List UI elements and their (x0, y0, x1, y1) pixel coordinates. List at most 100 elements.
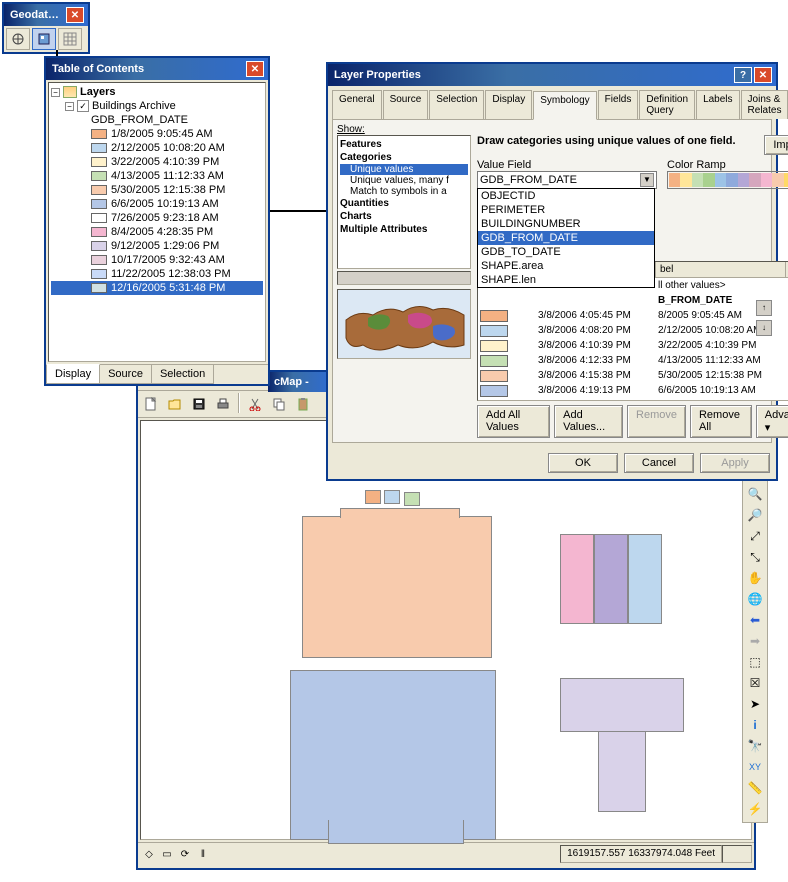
refresh-icon[interactable]: ⟳ (176, 845, 194, 863)
toc-titlebar[interactable]: Table of Contents ✕ (46, 58, 268, 80)
layers-root[interactable]: − Layers (51, 85, 263, 99)
dropdown-option[interactable]: GDB_TO_DATE (478, 245, 654, 259)
full-extent-icon[interactable]: 🌐 (745, 589, 765, 609)
save-icon[interactable] (188, 393, 210, 415)
close-icon[interactable]: ✕ (754, 67, 772, 83)
legend-item[interactable]: 2/12/2005 10:08:20 AM (51, 141, 263, 155)
table-row[interactable]: 3/8/2006 4:08:20 PM2/12/2005 10:08:20 AM… (478, 323, 788, 338)
legend-item[interactable]: 3/22/2005 4:10:39 PM (51, 155, 263, 169)
fixed-zoom-out-icon[interactable]: ⤡ (745, 547, 765, 567)
legend-item[interactable]: 8/4/2005 4:28:35 PM (51, 225, 263, 239)
tab-symbology[interactable]: Symbology (533, 91, 596, 120)
table-row[interactable]: 3/8/2006 4:10:39 PM3/22/2005 4:10:39 PM? (478, 338, 788, 353)
dropdown-option[interactable]: OBJECTID (478, 189, 654, 203)
paste-icon[interactable] (292, 393, 314, 415)
data-view-icon[interactable]: ◇ (140, 845, 158, 863)
legend-item[interactable]: 4/13/2005 11:12:33 AM (51, 169, 263, 183)
legend-item[interactable]: 11/22/2005 12:38:03 PM (51, 267, 263, 281)
pan-icon[interactable]: ✋ (745, 568, 765, 588)
color-swatch[interactable] (480, 325, 508, 337)
remove-all-button[interactable]: Remove All (690, 405, 752, 438)
color-ramp-combo[interactable]: ▼ (667, 171, 788, 189)
dropdown-option[interactable]: BUILDINGNUMBER (478, 217, 654, 231)
color-swatch[interactable] (480, 370, 508, 382)
geodatabase-titlebar[interactable]: Geodatab... ✕ (4, 4, 88, 26)
renderer-list[interactable]: Features Categories Unique values Unique… (337, 135, 471, 269)
table-row[interactable]: B_FROM_DATE (478, 293, 788, 308)
layer-item[interactable]: − ✓ Buildings Archive (51, 99, 263, 113)
tab-display[interactable]: Display (485, 90, 532, 119)
legend-item[interactable]: 7/26/2005 9:23:18 AM (51, 211, 263, 225)
dropdown-option[interactable]: PERIMETER (478, 203, 654, 217)
tab-source[interactable]: Source (99, 365, 152, 384)
ok-button[interactable]: OK (548, 453, 618, 473)
remove-button[interactable]: Remove (627, 405, 686, 438)
apply-button[interactable]: Apply (700, 453, 770, 473)
value-field-dropdown[interactable]: OBJECTIDPERIMETERBUILDINGNUMBERGDB_FROM_… (477, 188, 655, 288)
tab-definition-query[interactable]: Definition Query (639, 90, 695, 119)
table-row[interactable]: 3/8/2006 4:23:18 PM7/26/2005 9:23:18 AM? (478, 398, 788, 401)
toc-tree[interactable]: − Layers − ✓ Buildings Archive GDB_FROM_… (48, 82, 266, 362)
advanced-button[interactable]: Advanced ▾ (756, 405, 788, 438)
tab-source[interactable]: Source (383, 90, 429, 119)
xy-icon[interactable]: XY (745, 757, 765, 777)
copy-icon[interactable] (268, 393, 290, 415)
add-all-values-button[interactable]: Add All Values (477, 405, 550, 438)
legend-item[interactable]: 12/16/2005 5:31:48 PM (51, 281, 263, 295)
zoom-out-icon[interactable]: 🔎 (745, 505, 765, 525)
gdb-tool-2[interactable] (32, 28, 56, 50)
col-label[interactable]: bel (656, 262, 786, 277)
unique-values-many-item[interactable]: Unique values, many f (340, 175, 468, 186)
tab-fields[interactable]: Fields (598, 90, 639, 119)
legend-item[interactable]: 9/12/2005 1:29:06 PM (51, 239, 263, 253)
collapse-icon[interactable]: − (51, 88, 60, 97)
tab-selection[interactable]: Selection (151, 365, 214, 384)
cancel-button[interactable]: Cancel (624, 453, 694, 473)
color-swatch[interactable] (480, 400, 508, 402)
fixed-zoom-in-icon[interactable]: ⤢ (745, 526, 765, 546)
tab-general[interactable]: General (332, 90, 382, 119)
color-swatch[interactable] (480, 310, 508, 322)
print-icon[interactable] (212, 393, 234, 415)
new-icon[interactable] (140, 393, 162, 415)
measure-icon[interactable]: 📏 (745, 778, 765, 798)
tab-selection[interactable]: Selection (429, 90, 484, 119)
select-elements-icon[interactable]: ➤ (745, 694, 765, 714)
legend-item[interactable]: 5/30/2005 12:15:38 PM (51, 183, 263, 197)
forward-extent-icon[interactable]: ➡ (745, 631, 765, 651)
checkbox-icon[interactable]: ✓ (77, 100, 89, 112)
identify-icon[interactable]: i (745, 715, 765, 735)
back-extent-icon[interactable]: ⬅ (745, 610, 765, 630)
value-field-combo[interactable]: GDB_FROM_DATE ▼ OBJECTIDPERIMETERBUILDIN… (477, 171, 657, 189)
zoom-in-icon[interactable]: 🔍 (745, 484, 765, 504)
help-icon[interactable]: ? (734, 67, 752, 83)
table-row[interactable]: 3/8/2006 4:12:33 PM4/13/2005 11:12:33 AM… (478, 353, 788, 368)
gdb-tool-1[interactable] (6, 28, 30, 50)
move-down-icon[interactable]: ↓ (756, 320, 772, 336)
unique-values-item[interactable]: Unique values (340, 164, 468, 175)
chevron-down-icon[interactable]: ▼ (640, 173, 654, 187)
legend-item[interactable]: 1/8/2005 9:05:45 AM (51, 127, 263, 141)
dropdown-option[interactable]: GDB_FROM_DATE (478, 231, 654, 245)
legend-item[interactable]: 10/17/2005 9:32:43 AM (51, 253, 263, 267)
legend-item[interactable]: 6/6/2005 10:19:13 AM (51, 197, 263, 211)
tab-joins-relates[interactable]: Joins & Relates (741, 90, 788, 119)
color-swatch[interactable] (480, 385, 508, 397)
tab-display[interactable]: Display (46, 364, 100, 384)
close-icon[interactable]: ✕ (66, 7, 84, 23)
horizontal-scrollbar[interactable] (337, 271, 471, 285)
move-up-icon[interactable]: ↑ (756, 300, 772, 316)
open-icon[interactable] (164, 393, 186, 415)
dropdown-option[interactable]: SHAPE.len (478, 273, 654, 287)
select-features-icon[interactable]: ⬚ (745, 652, 765, 672)
hyperlink-icon[interactable]: ⚡ (745, 799, 765, 819)
tab-labels[interactable]: Labels (696, 90, 739, 119)
color-swatch[interactable] (480, 340, 508, 352)
gdb-tool-3[interactable] (58, 28, 82, 50)
dropdown-option[interactable]: SHAPE.area (478, 259, 654, 273)
layout-view-icon[interactable]: ▭ (158, 845, 176, 863)
table-row[interactable]: 3/8/2006 4:05:45 PM8/2005 9:05:45 AM? (478, 308, 788, 323)
pause-icon[interactable]: ‖ (194, 845, 212, 863)
add-values-button[interactable]: Add Values... (554, 405, 623, 438)
table-row[interactable]: 3/8/2006 4:19:13 PM6/6/2005 10:19:13 AM? (478, 383, 788, 398)
